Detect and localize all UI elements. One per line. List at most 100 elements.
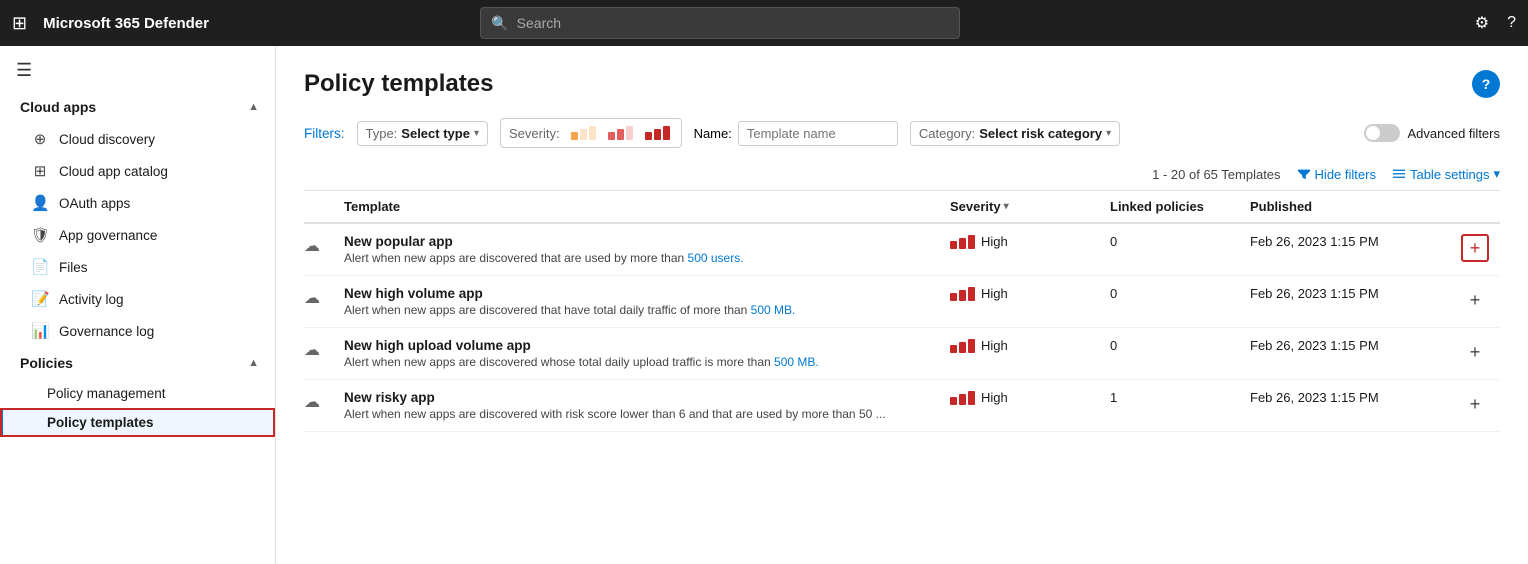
name-filter-label: Name: xyxy=(694,126,732,141)
sidebar-item-governance-log[interactable]: 📊 Governance log xyxy=(0,315,275,347)
sidebar-item-activity-log[interactable]: 📝 Activity log xyxy=(0,283,275,315)
row-icon: ☁ xyxy=(304,234,344,256)
sidebar-item-files[interactable]: 📄 Files xyxy=(0,251,275,283)
sidebar-item-cloud-discovery[interactable]: ⊕ Cloud discovery xyxy=(0,123,275,155)
table-settings-button[interactable]: Table settings ▾ xyxy=(1392,166,1500,182)
sidebar-item-app-governance[interactable]: 🛡 App governance xyxy=(0,219,275,251)
severity-icons xyxy=(568,123,673,143)
type-filter-value: Select type xyxy=(401,126,470,141)
row-add: + xyxy=(1450,234,1500,262)
table-row: ☁ New risky app Alert when new apps are … xyxy=(304,380,1500,432)
toggle-switch[interactable] xyxy=(1364,124,1400,142)
advanced-filters-toggle[interactable]: Advanced filters xyxy=(1364,124,1501,142)
table-meta-row: 1 - 20 of 65 Templates Hide filters Tabl… xyxy=(304,158,1500,191)
desc-link[interactable]: 500 MB. xyxy=(774,355,819,369)
row-name-cell: New popular app Alert when new apps are … xyxy=(344,234,950,265)
topbar: ⊞ Microsoft 365 Defender 🔍 ⚙ ? xyxy=(0,0,1528,46)
add-template-button[interactable]: + xyxy=(1461,338,1489,366)
main-layout: ☰ Cloud apps ▲ ⊕ Cloud discovery ⊞ Cloud… xyxy=(0,46,1528,564)
row-name-cell: New high volume app Alert when new apps … xyxy=(344,286,950,317)
table-settings-icon xyxy=(1392,167,1406,181)
sidebar-item-label: Activity log xyxy=(59,292,124,307)
search-icon: 🔍 xyxy=(491,15,508,32)
severity-filter[interactable]: Severity: xyxy=(500,118,682,148)
help-button[interactable]: ? xyxy=(1472,70,1500,98)
sidebar-item-label: OAuth apps xyxy=(59,196,130,211)
cloud-discovery-icon: ⊕ xyxy=(31,130,49,148)
hide-filters-button[interactable]: Hide filters xyxy=(1297,167,1376,182)
files-icon: 📄 xyxy=(31,258,49,276)
table-row: ☁ New popular app Alert when new apps ar… xyxy=(304,224,1500,276)
sidebar-item-policy-management[interactable]: Policy management xyxy=(0,379,275,408)
help-icon[interactable]: ? xyxy=(1507,14,1516,32)
row-add: + xyxy=(1450,338,1500,366)
row-name-cell: New high upload volume app Alert when ne… xyxy=(344,338,950,369)
row-name: New risky app xyxy=(344,390,950,405)
col-severity[interactable]: Severity ▾ xyxy=(950,199,1110,214)
sidebar-policies-label: Policies xyxy=(20,355,73,371)
row-severity: High xyxy=(950,234,1110,249)
gear-icon[interactable]: ⚙ xyxy=(1475,13,1489,33)
sidebar-item-label: App governance xyxy=(59,228,157,243)
row-published: Feb 26, 2023 1:15 PM xyxy=(1250,390,1450,405)
sidebar-item-oauth-apps[interactable]: 👤 OAuth apps xyxy=(0,187,275,219)
row-icon: ☁ xyxy=(304,338,344,360)
row-linked: 0 xyxy=(1110,338,1250,353)
chevron-up-icon: ▲ xyxy=(248,101,259,113)
row-name: New high upload volume app xyxy=(344,338,950,353)
search-bar[interactable]: 🔍 xyxy=(480,7,960,39)
table-body: ☁ New popular app Alert when new apps ar… xyxy=(304,224,1500,432)
category-filter-value: Select risk category xyxy=(979,126,1102,141)
add-template-button[interactable]: + xyxy=(1461,234,1489,262)
activity-log-icon: 📝 xyxy=(31,290,49,308)
row-add: + xyxy=(1450,390,1500,418)
chevron-up-icon: ▲ xyxy=(248,357,259,369)
sidebar-item-cloud-app-catalog[interactable]: ⊞ Cloud app catalog xyxy=(0,155,275,187)
filters-row: Filters: Type: Select type ▾ Severity: xyxy=(304,118,1500,148)
col-template: Template xyxy=(344,199,950,214)
row-name-cell: New risky app Alert when new apps are di… xyxy=(344,390,950,421)
category-filter-label: Category: xyxy=(919,126,975,141)
sort-arrow-icon: ▾ xyxy=(1004,201,1009,212)
severity-high[interactable] xyxy=(642,123,673,143)
add-template-button[interactable]: + xyxy=(1461,390,1489,418)
sidebar-item-policy-templates[interactable]: Policy templates xyxy=(0,408,275,437)
sidebar-section-policies[interactable]: Policies ▲ xyxy=(0,347,275,379)
severity-low[interactable] xyxy=(568,123,599,143)
chevron-down-icon: ▾ xyxy=(474,128,479,139)
row-desc: Alert when new apps are discovered with … xyxy=(344,407,950,421)
col-spacer xyxy=(304,199,344,214)
page-header: Policy templates ? xyxy=(304,70,1500,98)
severity-filter-label: Severity: xyxy=(509,126,560,141)
row-desc: Alert when new apps are discovered that … xyxy=(344,303,950,317)
desc-link[interactable]: 500 MB. xyxy=(751,303,796,317)
severity-medium[interactable] xyxy=(605,123,636,143)
advanced-filters-label: Advanced filters xyxy=(1408,126,1501,141)
chevron-down-icon: ▾ xyxy=(1106,128,1111,139)
chevron-down-icon: ▾ xyxy=(1493,166,1500,182)
desc-link[interactable]: 500 users. xyxy=(688,251,744,265)
severity-label: High xyxy=(981,234,1008,249)
type-filter[interactable]: Type: Select type ▾ xyxy=(357,121,488,146)
sidebar-section-cloud-apps[interactable]: Cloud apps ▲ xyxy=(0,91,275,123)
hamburger-button[interactable]: ☰ xyxy=(0,50,275,91)
app-title: Microsoft 365 Defender xyxy=(43,15,209,32)
row-severity: High xyxy=(950,390,1110,405)
row-linked: 1 xyxy=(1110,390,1250,405)
col-published: Published xyxy=(1250,199,1450,214)
sidebar-item-label: Cloud app catalog xyxy=(59,164,168,179)
sidebar-item-label: Policy templates xyxy=(47,415,154,430)
search-input[interactable] xyxy=(517,15,950,31)
add-template-button[interactable]: + xyxy=(1461,286,1489,314)
name-filter: Name: xyxy=(694,121,898,146)
row-published: Feb 26, 2023 1:15 PM xyxy=(1250,286,1450,301)
row-name: New high volume app xyxy=(344,286,950,301)
category-filter[interactable]: Category: Select risk category ▾ xyxy=(910,121,1120,146)
table-row: ☁ New high volume app Alert when new app… xyxy=(304,276,1500,328)
name-filter-input[interactable] xyxy=(738,121,898,146)
governance-log-icon: 📊 xyxy=(31,322,49,340)
waffle-icon[interactable]: ⊞ xyxy=(12,13,27,34)
row-icon: ☁ xyxy=(304,390,344,412)
type-filter-label: Type: xyxy=(366,126,398,141)
col-linked: Linked policies xyxy=(1110,199,1250,214)
